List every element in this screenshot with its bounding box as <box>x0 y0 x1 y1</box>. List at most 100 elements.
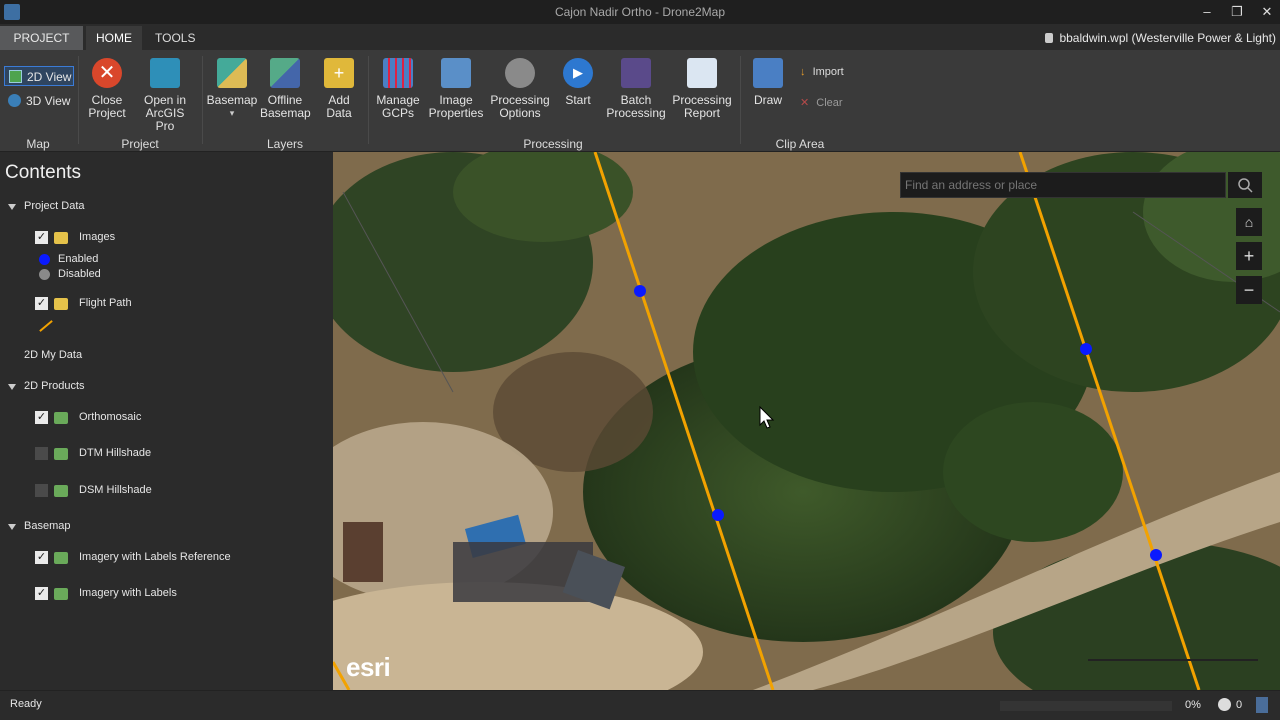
open-arcgis-pro-button[interactable]: Open in ArcGIS Pro <box>136 58 194 133</box>
job-count: 0 <box>1236 699 1243 711</box>
dsm-hillshade-label[interactable]: DSM Hillshade <box>79 484 152 496</box>
restore-icon[interactable]: ❐ <box>1228 3 1246 21</box>
home-extent-icon[interactable]: ⌂ <box>1236 208 1262 236</box>
address-search-input[interactable] <box>901 173 1225 197</box>
separator <box>368 56 369 144</box>
3d-view-label: 3D View <box>26 94 71 108</box>
image-properties-button[interactable]: Image Properties <box>428 58 484 120</box>
orthomosaic-layer-label[interactable]: Orthomosaic <box>79 411 141 423</box>
start-button[interactable]: ▶ Start <box>562 58 594 107</box>
enabled-legend-label: Enabled <box>58 253 99 265</box>
play-icon: ▶ <box>563 58 593 88</box>
close-window-icon[interactable]: ✕ <box>1258 3 1276 21</box>
minimize-icon[interactable]: – <box>1198 3 1216 21</box>
offline-basemap-button[interactable]: Offline Basemap <box>260 58 311 120</box>
offline-basemap-label: Offline Basemap <box>260 93 311 120</box>
batch-processing-button[interactable]: Batch Processing <box>606 58 666 120</box>
image-point[interactable] <box>712 509 724 521</box>
basemap-icon <box>217 58 247 88</box>
gcp-grid-icon <box>383 58 413 88</box>
progress-bar <box>1000 701 1172 711</box>
map-view[interactable] <box>333 152 1280 690</box>
gear-icon <box>505 58 535 88</box>
window-title: Cajon Nadir Ortho - Drone2Map <box>554 5 726 19</box>
flight-path-layer-label[interactable]: Flight Path <box>79 297 132 309</box>
notifications-icon[interactable] <box>1256 697 1268 713</box>
close-project-button[interactable]: ✕ Close Project <box>84 58 130 120</box>
report-icon <box>687 58 717 88</box>
images-checkbox[interactable]: ✓ <box>35 231 48 244</box>
lock-icon <box>1045 33 1054 43</box>
address-search-box[interactable] <box>900 172 1226 198</box>
add-data-label: Add Data <box>326 93 352 120</box>
group-map-label: Map <box>26 137 50 151</box>
clock-icon[interactable] <box>1218 698 1231 711</box>
ribbon: 2D View 3D View Map ✕ Close Project Open… <box>0 50 1280 152</box>
collapse-basemap-icon[interactable] <box>8 524 16 530</box>
tab-tools[interactable]: TOOLS <box>145 26 199 50</box>
separator <box>740 56 741 144</box>
clear-label: Clear <box>816 97 843 109</box>
3d-view-button[interactable]: 3D View <box>4 91 74 111</box>
clear-button[interactable]: ✕ Clear <box>800 96 843 109</box>
dtm-hillshade-label[interactable]: DTM Hillshade <box>79 447 151 459</box>
basemap-header: Basemap <box>24 520 71 532</box>
group-clip-area-label: Clip Area <box>775 137 825 151</box>
draw-label: Draw <box>753 93 782 107</box>
zoom-in-icon[interactable]: + <box>1236 242 1262 270</box>
2d-view-button[interactable]: 2D View <box>4 66 74 86</box>
draw-button[interactable]: Draw <box>750 58 786 107</box>
labels-reference-checkbox[interactable]: ✓ <box>35 551 48 564</box>
imagery-labels-checkbox[interactable]: ✓ <box>35 587 48 600</box>
search-button[interactable] <box>1228 172 1262 198</box>
image-properties-icon <box>441 58 471 88</box>
project-data-header: Project Data <box>24 200 85 212</box>
imagery-labels-layer-icon <box>54 588 68 600</box>
close-project-icon: ✕ <box>92 58 122 88</box>
basemap-label: Basemap <box>206 93 258 107</box>
manage-gcps-label: Manage GCPs <box>376 93 420 120</box>
offline-basemap-icon <box>270 58 300 88</box>
enabled-dot-icon <box>39 254 50 265</box>
image-point[interactable] <box>1150 549 1162 561</box>
group-processing-label: Processing <box>523 137 583 151</box>
images-layer-icon <box>54 232 68 244</box>
image-point[interactable] <box>634 285 646 297</box>
user-label: bbaldwin.wpl (Westerville Power & Light) <box>1059 31 1276 45</box>
orthomosaic-layer-icon <box>54 412 68 424</box>
esri-attribution: esri <box>346 652 391 682</box>
collapse-project-data-icon[interactable] <box>8 204 16 210</box>
chevron-down-icon: ▾ <box>229 108 235 118</box>
labels-reference-label[interactable]: Imagery with Labels Reference <box>79 551 231 563</box>
labels-reference-layer-icon <box>54 552 68 564</box>
close-project-label: Close Project <box>88 93 126 120</box>
tab-project[interactable]: PROJECT <box>0 26 83 50</box>
processing-options-button[interactable]: Processing Options <box>490 58 550 120</box>
collapse-products-icon[interactable] <box>8 384 16 390</box>
separator <box>202 56 203 144</box>
dtm-hillshade-checkbox[interactable] <box>35 447 48 460</box>
import-arrow-icon: ↓ <box>800 66 806 78</box>
processing-report-button[interactable]: Processing Report <box>670 58 734 120</box>
manage-gcps-button[interactable]: Manage GCPs <box>374 58 422 120</box>
separator <box>78 56 79 144</box>
draw-clip-icon <box>753 58 783 88</box>
tab-home[interactable]: HOME <box>86 26 142 50</box>
flight-path-checkbox[interactable]: ✓ <box>35 297 48 310</box>
user-account[interactable]: bbaldwin.wpl (Westerville Power & Light) <box>1045 31 1276 45</box>
orthomosaic-checkbox[interactable]: ✓ <box>35 411 48 424</box>
contents-panel: Contents Project Data ✓ Images Enabled D… <box>0 152 333 690</box>
my-data-header[interactable]: 2D My Data <box>24 349 82 361</box>
arcgis-pro-icon <box>150 58 180 88</box>
add-data-button[interactable]: + Add Data <box>320 58 358 120</box>
images-layer-label[interactable]: Images <box>79 231 115 243</box>
batch-processing-icon <box>621 58 651 88</box>
basemap-button[interactable]: Basemap ▾ <box>206 58 258 120</box>
imagery-labels-label[interactable]: Imagery with Labels <box>79 587 177 599</box>
start-label: Start <box>565 93 591 107</box>
zoom-out-icon[interactable]: − <box>1236 276 1262 304</box>
image-point[interactable] <box>1080 343 1092 355</box>
dsm-hillshade-checkbox[interactable] <box>35 484 48 497</box>
import-button[interactable]: ↓ Import <box>800 66 844 78</box>
2d-view-label: 2D View <box>27 70 72 84</box>
